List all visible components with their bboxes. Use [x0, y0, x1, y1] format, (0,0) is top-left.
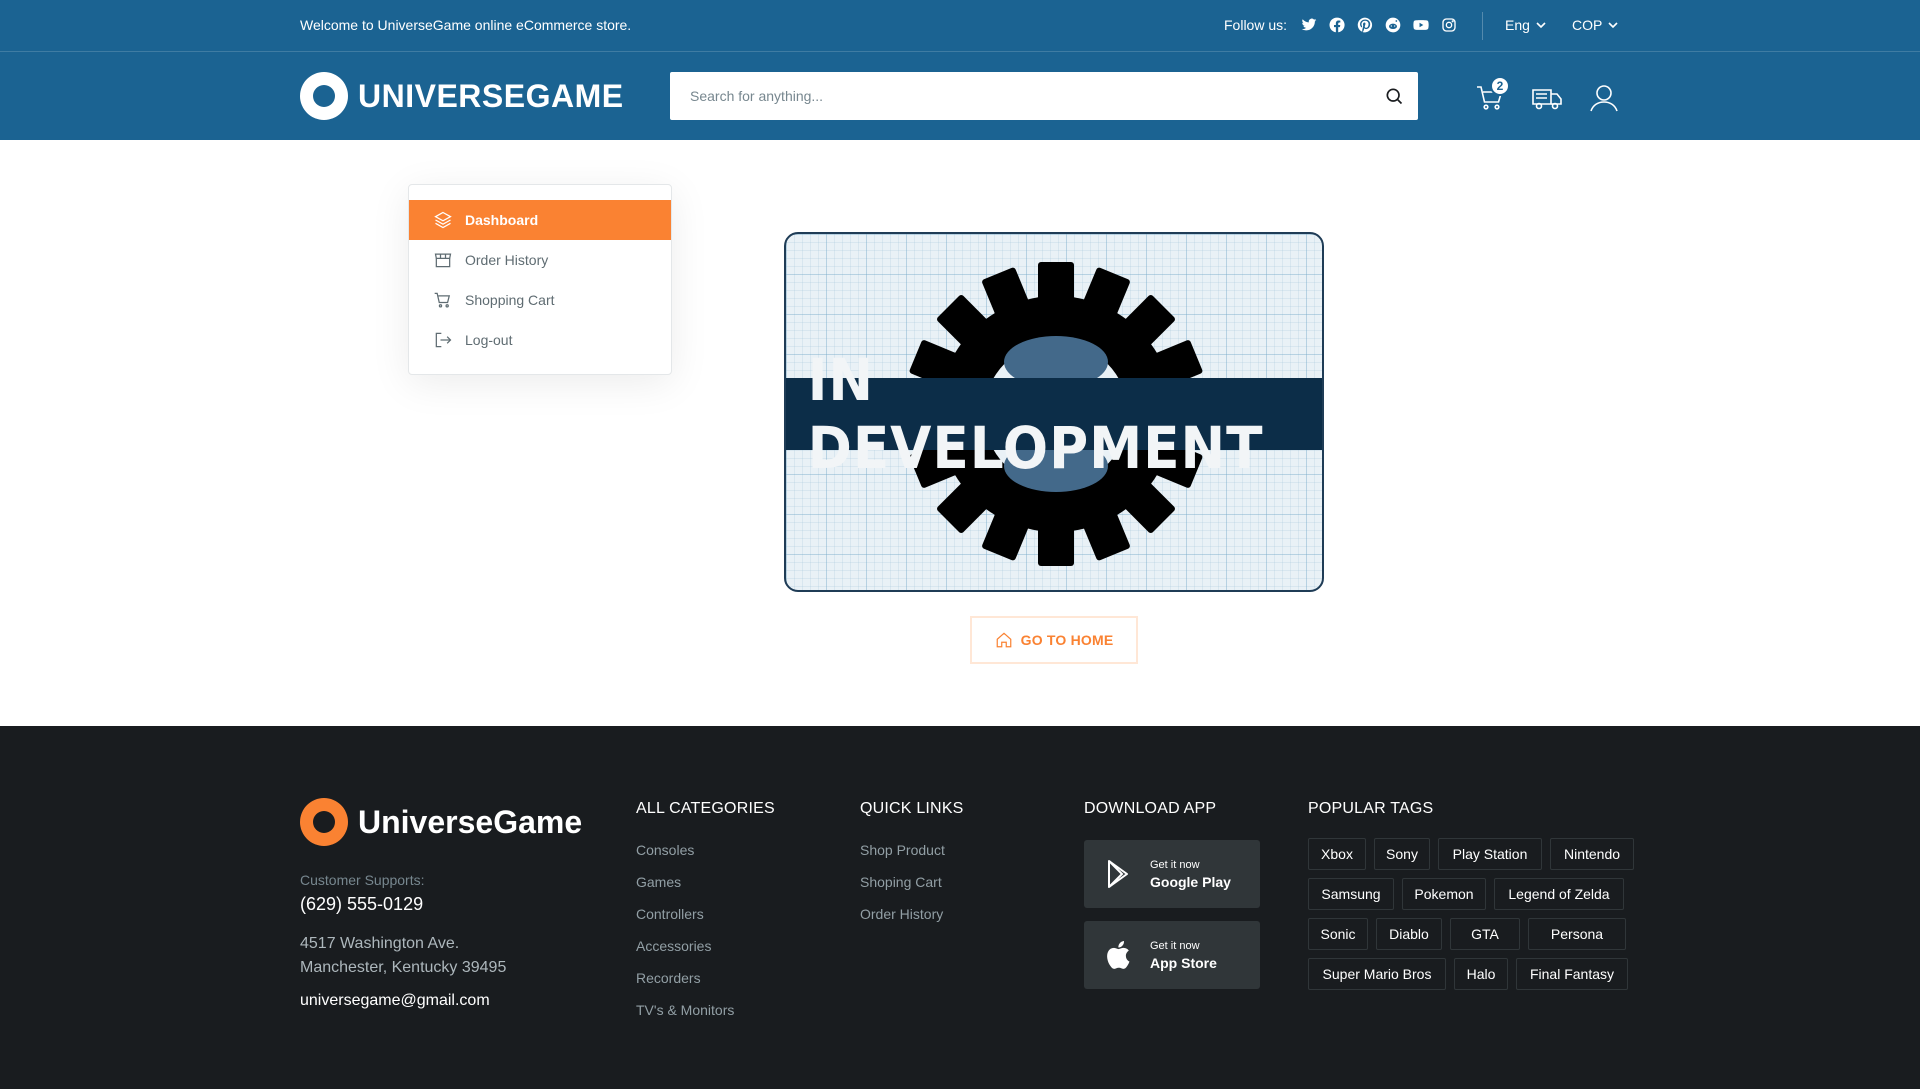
- language-value: Eng: [1505, 17, 1530, 33]
- house-icon: [996, 632, 1011, 648]
- top-bar: Welcome to UniverseGame online eCommerce…: [0, 0, 1920, 52]
- footer-logo-text: UniverseGame: [358, 803, 583, 840]
- category-link[interactable]: TV's & Monitors: [636, 1002, 734, 1018]
- sidebar-item-label: Dashboard: [465, 212, 539, 228]
- logo-mark-icon: [300, 72, 348, 120]
- sidebar-item-dashboard[interactable]: Dashboard: [409, 200, 671, 240]
- in-development-banner: IN DEVELOPMENT: [786, 346, 1322, 482]
- tag-chip[interactable]: Nintendo: [1550, 838, 1634, 870]
- tag-chip[interactable]: Final Fantasy: [1516, 958, 1628, 990]
- sidebar-item-label: Order History: [465, 252, 549, 268]
- reddit-icon[interactable]: [1384, 16, 1402, 34]
- follow-label: Follow us:: [1224, 17, 1288, 33]
- quick-link[interactable]: Shoping Cart: [860, 874, 942, 890]
- tag-chip[interactable]: Play Station: [1438, 838, 1542, 870]
- chevron-down-icon: [1536, 22, 1546, 29]
- main-header: UNIVERSEGAME 2: [0, 52, 1920, 140]
- quick-links-title: QUICK LINKS: [860, 800, 964, 817]
- search-bar: [670, 72, 1418, 120]
- google-play-big: Google Play: [1150, 873, 1231, 890]
- cart-icon: [434, 292, 451, 308]
- truck-icon: [1532, 89, 1562, 110]
- popular-tags-title: POPULAR TAGS: [1308, 800, 1434, 817]
- search-input[interactable]: [670, 72, 1370, 120]
- welcome-text: Welcome to UniverseGame online eCommerce…: [300, 17, 632, 33]
- site-footer: UniverseGame Customer Supports: (629) 55…: [0, 726, 1920, 1089]
- google-play-icon: [1108, 860, 1128, 888]
- apple-icon: [1107, 941, 1130, 969]
- category-link[interactable]: Accessories: [636, 938, 711, 954]
- app-store-button[interactable]: Get it now App Store: [1084, 921, 1260, 989]
- app-store-small: Get it now: [1150, 939, 1200, 952]
- in-development-image: IN DEVELOPMENT: [784, 232, 1324, 592]
- app-store-big: App Store: [1150, 954, 1217, 971]
- banner-text: IN DEVELOPMENT: [807, 346, 1264, 482]
- go-to-home-button[interactable]: GO TO HOME: [970, 616, 1138, 664]
- stack-icon: [434, 211, 452, 229]
- tag-chip[interactable]: Persona: [1528, 918, 1626, 950]
- tag-chip[interactable]: Legend of Zelda: [1494, 878, 1624, 910]
- support-phone[interactable]: (629) 555-0129: [300, 894, 423, 915]
- sidebar-item-logout[interactable]: Log-out: [409, 320, 671, 360]
- facebook-icon[interactable]: [1328, 16, 1346, 34]
- storefront-icon: [434, 253, 452, 268]
- logo-mark-icon: [300, 798, 348, 846]
- search-icon[interactable]: [1384, 86, 1404, 106]
- footer-logo[interactable]: UniverseGame: [300, 798, 582, 846]
- support-label: Customer Supports:: [300, 872, 425, 888]
- tag-chip[interactable]: Super Mario Bros: [1308, 958, 1446, 990]
- account-sidebar: Dashboard Order History Shopping Cart Lo…: [408, 184, 672, 375]
- currency-value: COP: [1572, 17, 1603, 33]
- category-link[interactable]: Consoles: [636, 842, 694, 858]
- categories-title: ALL CATEGORIES: [636, 800, 775, 817]
- category-link[interactable]: Games: [636, 874, 681, 890]
- google-play-button[interactable]: Get it now Google Play: [1084, 840, 1260, 908]
- chevron-down-icon: [1608, 22, 1618, 29]
- go-to-home-label: GO TO HOME: [1020, 632, 1114, 648]
- tag-chip[interactable]: GTA: [1450, 918, 1520, 950]
- divider: [1482, 12, 1483, 40]
- tag-chip[interactable]: Xbox: [1308, 838, 1366, 870]
- track-order-button[interactable]: [1531, 82, 1563, 114]
- tag-chip[interactable]: Pokemon: [1402, 878, 1486, 910]
- twitter-icon[interactable]: [1300, 16, 1318, 34]
- download-app-title: DOWNLOAD APP: [1084, 800, 1217, 817]
- google-play-small: Get it now: [1150, 858, 1200, 871]
- sidebar-item-shopping-cart[interactable]: Shopping Cart: [409, 280, 671, 320]
- pinterest-icon[interactable]: [1356, 16, 1374, 34]
- logo-text: UNIVERSEGAME: [358, 77, 624, 114]
- tag-chip[interactable]: Diablo: [1376, 918, 1442, 950]
- cart-count-badge: 2: [1490, 76, 1510, 96]
- user-icon: [1590, 85, 1618, 112]
- tag-chip[interactable]: Sony: [1374, 838, 1430, 870]
- address: 4517 Washington Ave. Manchester, Kentuck…: [300, 932, 506, 980]
- category-link[interactable]: Recorders: [636, 970, 701, 986]
- category-link[interactable]: Controllers: [636, 906, 704, 922]
- account-button[interactable]: [1588, 82, 1620, 114]
- quick-link[interactable]: Shop Product: [860, 842, 945, 858]
- sidebar-item-label: Log-out: [465, 332, 513, 348]
- sidebar-item-label: Shopping Cart: [465, 292, 555, 308]
- quick-link[interactable]: Order History: [860, 906, 943, 922]
- site-logo[interactable]: UNIVERSEGAME: [300, 72, 624, 120]
- tag-chip[interactable]: Halo: [1454, 958, 1508, 990]
- tag-chip[interactable]: Sonic: [1308, 918, 1368, 950]
- currency-select[interactable]: COP: [1572, 17, 1618, 33]
- address-line: Manchester, Kentucky 39495: [300, 959, 507, 976]
- youtube-icon[interactable]: [1412, 16, 1430, 34]
- address-line: 4517 Washington Ave.: [300, 935, 460, 952]
- instagram-icon[interactable]: [1440, 16, 1458, 34]
- logout-icon: [435, 332, 452, 348]
- language-select[interactable]: Eng: [1505, 17, 1546, 33]
- tag-chip[interactable]: Samsung: [1308, 878, 1394, 910]
- sidebar-item-order-history[interactable]: Order History: [409, 240, 671, 280]
- support-email[interactable]: universegame@gmail.com: [300, 992, 490, 1010]
